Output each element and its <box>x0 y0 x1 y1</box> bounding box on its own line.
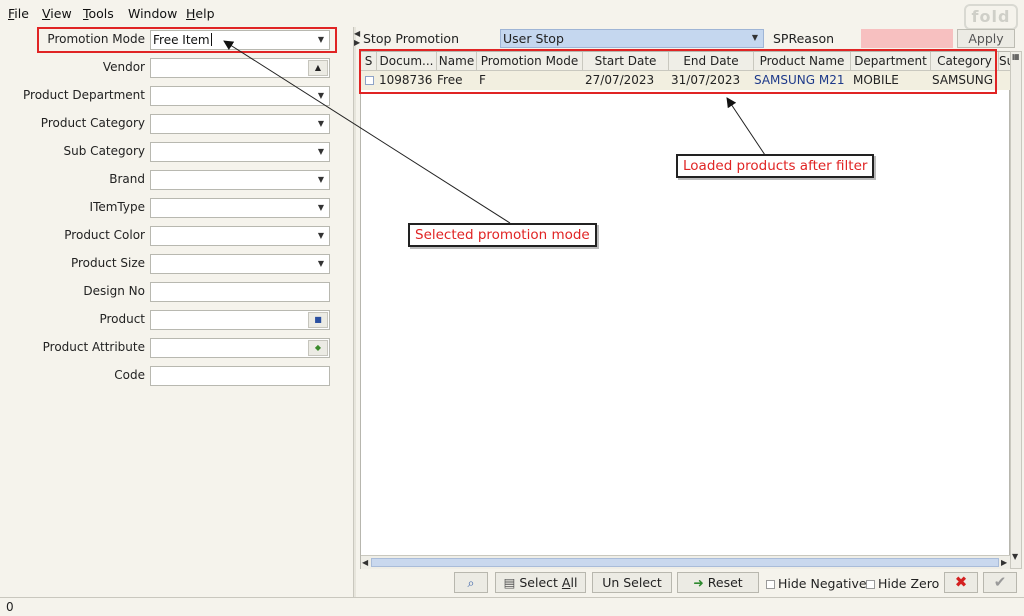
close-button[interactable]: ✖ <box>944 572 978 593</box>
item-type-select[interactable]: ▼ <box>150 198 330 218</box>
horizontal-scrollbar[interactable]: ◀ ▶ <box>361 555 1011 569</box>
menu-bar: File View Tools Window Help fold <box>0 0 1024 30</box>
scroll-left-icon[interactable]: ◀ <box>362 558 368 567</box>
check-icon: ✔ <box>993 573 1007 591</box>
menu-tools[interactable]: Tools <box>83 6 114 21</box>
sub-category-label: Sub Category <box>63 144 145 158</box>
chevron-down-icon[interactable]: ▼ <box>314 144 328 160</box>
vendor-lookup-icon[interactable]: ▲ <box>308 60 328 76</box>
close-icon: ✖ <box>954 573 968 591</box>
menu-window[interactable]: Window <box>128 6 177 21</box>
loaded-products-annotation: Loaded products after filter <box>676 154 875 178</box>
product-category-label: Product Category <box>40 116 145 130</box>
product-attribute-label: Product Attribute <box>42 340 145 354</box>
refresh-icon: ➜ <box>693 575 704 590</box>
scroll-right-icon[interactable]: ▶ <box>1001 558 1007 567</box>
spreason-input[interactable] <box>861 29 953 48</box>
code-input[interactable] <box>150 366 330 386</box>
filter-panel: Promotion Mode Free Item ▼ Vendor ▲ Prod… <box>0 27 353 597</box>
chevron-down-icon[interactable]: ▼ <box>314 88 328 104</box>
select-all-button[interactable]: ▤ Select All <box>495 572 586 593</box>
menu-help[interactable]: Help <box>186 6 215 21</box>
attribute-lookup-icon[interactable]: ◆ <box>308 340 328 356</box>
products-grid: S Docum... Name Promotion Mode Start Dat… <box>360 51 1014 569</box>
menu-file[interactable]: File <box>8 6 29 21</box>
chevron-down-icon[interactable]: ▼ <box>314 256 328 272</box>
search-icon: ⌕ <box>467 575 475 590</box>
column-chooser-icon[interactable]: ▦ <box>1012 52 1020 61</box>
promotion-mode-value: Free Item <box>153 33 210 47</box>
product-department-select[interactable]: ▼ <box>150 86 330 106</box>
vendor-input[interactable]: ▲ <box>150 58 330 78</box>
chevron-down-icon[interactable]: ▼ <box>314 200 328 216</box>
design-no-label: Design No <box>83 284 145 298</box>
chevron-down-icon[interactable]: ▼ <box>314 32 328 48</box>
brand-label: Brand <box>109 172 145 186</box>
item-type-label: ITemType <box>89 200 145 214</box>
collapse-arrow-icon[interactable]: ◀ <box>354 29 360 38</box>
apply-button[interactable]: Apply <box>957 29 1015 48</box>
stop-reason-select[interactable]: User Stop ▼ <box>500 29 764 48</box>
select-all-icon: ▤ <box>503 575 516 590</box>
product-size-select[interactable]: ▼ <box>150 254 330 274</box>
design-no-input[interactable] <box>150 282 330 302</box>
code-label: Code <box>114 368 145 382</box>
chevron-down-icon[interactable]: ▼ <box>748 30 762 46</box>
menu-view[interactable]: View <box>42 6 72 21</box>
product-label: Product <box>99 312 145 326</box>
hide-negative-checkbox[interactable]: Hide Negative <box>766 576 867 591</box>
scroll-thumb[interactable] <box>371 558 999 567</box>
bottom-toolbar: ⌕ ▤ Select All Un Select ➜ Reset Hide Ne… <box>0 572 1024 596</box>
product-department-label: Product Department <box>23 88 145 102</box>
product-category-select[interactable]: ▼ <box>150 114 330 134</box>
product-size-label: Product Size <box>70 256 145 270</box>
sub-category-select[interactable]: ▼ <box>150 142 330 162</box>
status-text: 0 <box>6 600 14 614</box>
un-select-button[interactable]: Un Select <box>592 572 672 593</box>
text-caret <box>210 33 212 46</box>
find-button[interactable]: ⌕ <box>454 572 488 593</box>
status-bar: 0 <box>0 597 1024 616</box>
hide-zero-checkbox[interactable]: Hide Zero <box>866 576 939 591</box>
product-input[interactable]: ■ <box>150 310 330 330</box>
results-panel: ◀ ▶ Stop Promotion User Stop ▼ SPReason … <box>354 27 1024 572</box>
stop-reason-value: User Stop <box>503 31 564 46</box>
panel-splitter[interactable] <box>353 27 356 597</box>
product-color-label: Product Color <box>64 228 145 242</box>
product-lookup-icon[interactable]: ■ <box>308 312 328 328</box>
promotion-mode-label: Promotion Mode <box>47 32 145 46</box>
promotion-mode-select[interactable]: Free Item ▼ <box>150 30 330 50</box>
spreason-label: SPReason <box>773 31 835 46</box>
chevron-down-icon[interactable]: ▼ <box>314 116 328 132</box>
chevron-down-icon[interactable]: ▼ <box>314 172 328 188</box>
scroll-down-icon[interactable]: ▼ <box>1012 552 1018 561</box>
vertical-scrollbar[interactable]: ▦ ▼ <box>1010 51 1022 569</box>
stop-promotion-label: Stop Promotion <box>363 31 459 46</box>
product-attribute-input[interactable]: ◆ <box>150 338 330 358</box>
selected-mode-annotation: Selected promotion mode <box>408 223 597 247</box>
expand-arrow-icon[interactable]: ▶ <box>354 38 360 47</box>
confirm-button[interactable]: ✔ <box>983 572 1017 593</box>
loaded-products-highlight <box>359 49 997 94</box>
vendor-label: Vendor <box>102 60 145 74</box>
chevron-down-icon[interactable]: ▼ <box>314 228 328 244</box>
brand-select[interactable]: ▼ <box>150 170 330 190</box>
product-color-select[interactable]: ▼ <box>150 226 330 246</box>
reset-button[interactable]: ➜ Reset <box>677 572 759 593</box>
